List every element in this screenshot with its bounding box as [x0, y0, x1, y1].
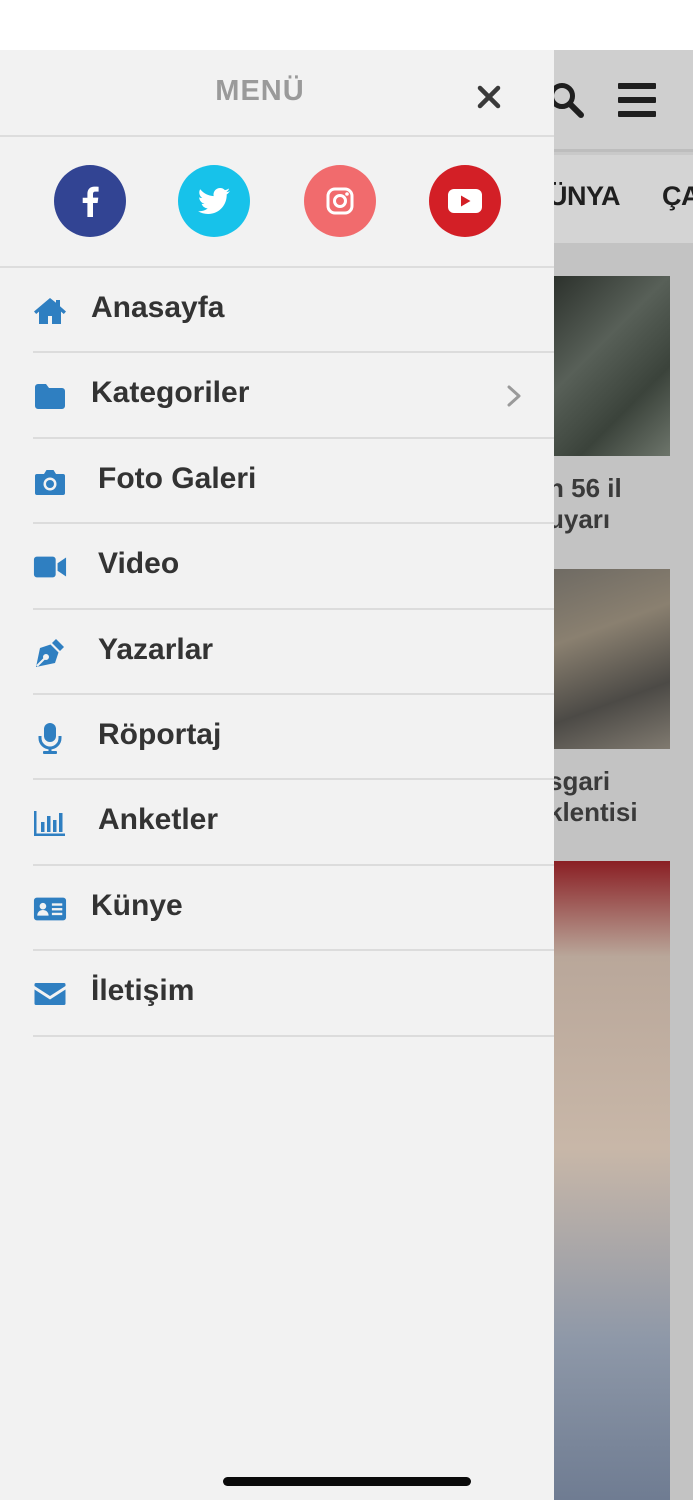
headline-line: sgari [548, 766, 611, 796]
menu-list: Anasayfa Kategoriler Foto Galeri Video Y… [0, 268, 554, 1037]
envelope-icon [33, 977, 67, 1011]
drawer-title: MENÜ [215, 75, 305, 107]
home-indicator[interactable] [223, 1477, 471, 1486]
hamburger-menu-icon[interactable] [618, 83, 656, 117]
menu-label: Röportaj [98, 717, 222, 751]
menu-item-iletisim[interactable]: İletişim [33, 951, 554, 1037]
id-card-icon [33, 892, 67, 926]
news-headline[interactable]: n 56 il uyarı [548, 473, 622, 535]
facebook-icon [82, 186, 99, 217]
folder-icon [33, 379, 67, 413]
news-headline[interactable]: sgari klentisi [548, 766, 638, 828]
menu-item-anketler[interactable]: Anketler [33, 780, 554, 866]
menu-label: Anketler [98, 803, 219, 837]
menu-label: Anasayfa [91, 291, 225, 324]
video-camera-icon [33, 550, 67, 584]
twitter-icon [198, 188, 230, 214]
home-icon [33, 294, 67, 328]
nav-item-next[interactable]: ÇA [662, 181, 693, 212]
menu-item-kategoriler[interactable]: Kategoriler [33, 353, 554, 439]
drawer-header: MENÜ [0, 50, 554, 137]
social-links [0, 137, 554, 268]
close-button[interactable] [470, 78, 508, 116]
headline-line: klentisi [548, 797, 638, 827]
news-thumbnail[interactable] [548, 276, 670, 456]
menu-label: Video [98, 547, 180, 581]
status-bar [0, 0, 693, 50]
youtube-icon [448, 189, 482, 213]
menu-item-anasayfa[interactable]: Anasayfa [33, 268, 554, 354]
menu-label: İletişim [91, 974, 195, 1008]
menu-label: Künye [91, 888, 183, 922]
pen-icon [33, 636, 67, 670]
instagram-icon [326, 187, 354, 215]
news-thumbnail[interactable] [548, 861, 670, 1500]
camera-icon [33, 465, 67, 499]
youtube-button[interactable] [429, 165, 501, 237]
nav-item-dunya[interactable]: ÜNYA [548, 181, 621, 212]
menu-item-roportaj[interactable]: Röportaj [33, 695, 554, 781]
close-icon [477, 85, 501, 109]
news-thumbnail[interactable] [548, 569, 670, 749]
instagram-button[interactable] [304, 165, 376, 237]
menu-item-kunye[interactable]: Künye [33, 866, 554, 952]
menu-label: Kategoriler [91, 376, 250, 410]
menu-item-video[interactable]: Video [33, 524, 554, 610]
facebook-button[interactable] [54, 165, 126, 237]
menu-label: Foto Galeri [98, 461, 257, 495]
bar-chart-icon [33, 806, 67, 840]
twitter-button[interactable] [178, 165, 250, 237]
side-menu-drawer: MENÜ Anasayfa Kategoriler Foto Galeri Vi… [0, 50, 554, 1500]
menu-item-foto-galeri[interactable]: Foto Galeri [33, 439, 554, 525]
microphone-icon [33, 721, 67, 755]
menu-item-yazarlar[interactable]: Yazarlar [33, 610, 554, 695]
menu-label: Yazarlar [98, 632, 214, 666]
headline-line: uyarı [548, 504, 611, 534]
chevron-right-icon [507, 385, 521, 407]
headline-line: n 56 il [548, 473, 622, 503]
